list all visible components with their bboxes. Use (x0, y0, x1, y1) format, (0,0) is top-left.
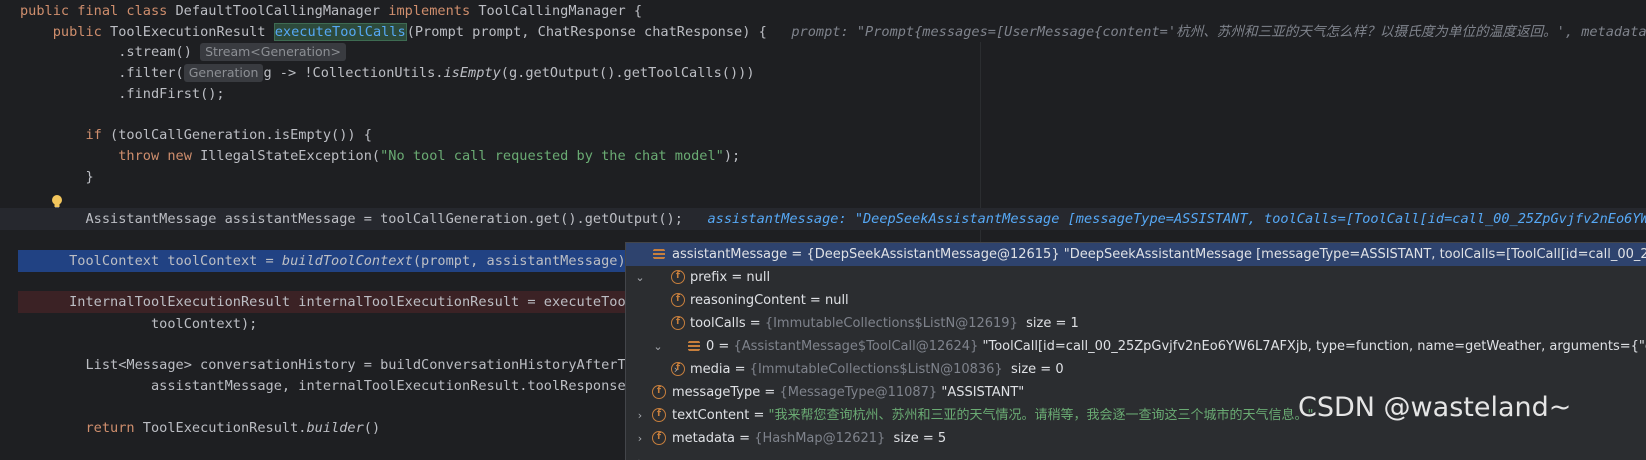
keyword: if (85, 127, 110, 143)
var-name: 0 (706, 339, 714, 354)
method-params: (Prompt prompt, ChatResponse chatRespons… (407, 24, 767, 40)
var-ref: {HashMap@12621} (754, 431, 885, 446)
code-text: ToolContext toolContext = (69, 253, 282, 269)
code-text: } (85, 169, 93, 185)
var-ref: {DeepSeekAssistantMessage@12615} (806, 247, 1059, 262)
field-icon: f (671, 270, 685, 284)
method-name-highlight[interactable]: executeToolCalls (274, 23, 407, 41)
code-text: assistantMessage, internalToolExecutionR… (85, 378, 642, 394)
code-line-current[interactable]: AssistantMessage assistantMessage = tool… (0, 208, 1646, 230)
var-name: prefix (690, 270, 727, 285)
var-ref: {MessageType@11087} (779, 385, 937, 400)
var-size: size = 1 (1026, 316, 1079, 331)
code-text: .findFirst(); (53, 86, 225, 102)
var-value: "ASSISTANT" (941, 385, 1024, 400)
var-row-toolCalls[interactable]: ⌄ f toolCalls = {ImmutableCollections$Li… (626, 312, 1646, 335)
code-line[interactable]: .stream() Stream<Generation> (0, 41, 1646, 63)
keyword: implements (388, 3, 478, 19)
code-text: AssistantMessage assistantMessage = tool… (85, 211, 682, 227)
field-icon: f (652, 385, 666, 399)
field-icon: f (671, 293, 685, 307)
string-literal: "No tool call requested by the chat mode… (380, 148, 724, 164)
field-icon: f (652, 408, 666, 422)
var-row-reasoningContent[interactable]: f reasoningContent = null (626, 289, 1646, 312)
var-name: media (690, 362, 731, 377)
code-text: IllegalStateException( (200, 148, 380, 164)
debug-variables-popup[interactable]: ⌄ assistantMessage = {DeepSeekAssistantM… (625, 242, 1646, 460)
code-text: (prompt, assistantMessage); (413, 253, 634, 269)
type-hint-pill: Stream<Generation> (200, 43, 346, 61)
var-value: "DeepSeekAssistantMessage [messageType=A… (1064, 247, 1646, 262)
var-row-toolCall-0[interactable]: › 0 = {AssistantMessage$ToolCall@12624} … (626, 335, 1646, 358)
watermark: CSDN @wasteland~ (1298, 392, 1571, 423)
code-text: ); (724, 148, 740, 164)
var-value: null (825, 293, 849, 308)
code-text: InternalToolExecutionResult internalTool… (69, 294, 626, 310)
code-line[interactable]: .findFirst(); (0, 83, 1646, 105)
code-line[interactable]: } (0, 166, 1646, 188)
return-type: ToolExecutionResult (110, 24, 274, 40)
inline-debug-value: assistantMessage: "DeepSeekAssistantMess… (708, 211, 1646, 227)
var-name: metadata (672, 431, 735, 446)
list-icon (652, 247, 666, 261)
keyword: throw new (118, 148, 200, 164)
var-name: messageType (672, 385, 760, 400)
code-text: List<Message> conversationHistory = buil… (85, 357, 642, 373)
var-name: toolCalls (690, 316, 746, 331)
var-ref: {AssistantMessage$ToolCall@12624} (733, 339, 978, 354)
var-name: reasoningContent (690, 293, 806, 308)
code-text: () (364, 420, 380, 436)
var-size: size = 5 (894, 431, 947, 446)
code-text: .stream() (53, 44, 192, 60)
method-call: builder (306, 420, 363, 436)
list-icon (687, 339, 701, 353)
type-hint-pill: Generation (184, 64, 264, 82)
code-line-method-decl[interactable]: public ToolExecutionResult executeToolCa… (0, 21, 1646, 43)
class-name: DefaultToolCallingManager (176, 3, 389, 19)
code-text: (toolCallGeneration.isEmpty()) { (110, 127, 372, 143)
var-value: null (746, 270, 770, 285)
keyword: return (85, 420, 142, 436)
var-row-media[interactable]: f media = {ImmutableCollections$ListN@10… (626, 358, 1646, 381)
var-value: "ToolCall[id=call_00_25ZpGvjfv2nEo6YW6L7… (982, 339, 1646, 354)
var-row-prefix[interactable]: f prefix = null (626, 266, 1646, 289)
code-text: toolContext); (85, 316, 257, 332)
code-text: g -> !CollectionUtils. (263, 65, 443, 81)
field-icon: f (671, 316, 685, 330)
code-text: ToolExecutionResult. (143, 420, 307, 436)
var-name: textContent (672, 408, 749, 423)
code-text: .filter( (53, 65, 184, 81)
code-line[interactable]: if (toolCallGeneration.isEmpty()) { (0, 124, 1646, 146)
keyword: public final class (20, 3, 176, 19)
var-ref: {ImmutableCollections$ListN@12619} (765, 316, 1018, 331)
var-row-metadata[interactable]: › f metadata = {HashMap@12621} size = 5 (626, 427, 1646, 450)
var-row-assistantMessage[interactable]: ⌄ assistantMessage = {DeepSeekAssistantM… (626, 243, 1646, 266)
inline-debug-hint: prompt: "Prompt{messages=[UserMessage{co… (791, 24, 1646, 40)
field-icon: f (652, 431, 666, 445)
code-line[interactable]: .filter(Generationg -> !CollectionUtils.… (0, 62, 1646, 84)
var-ref: {ImmutableCollections$ListN@10836} (750, 362, 1003, 377)
static-method: isEmpty (444, 65, 501, 81)
var-size: size = 0 (1011, 362, 1064, 377)
interface-name: ToolCallingManager { (478, 3, 642, 19)
var-value: "我来帮您查询杭州、苏州和三亚的天气情况。请稍等，我会逐一查询这三个城市的天气信… (769, 408, 1314, 423)
keyword: public (53, 24, 110, 40)
code-text: (g.getOutput().getToolCalls())) (501, 65, 755, 81)
field-icon: f (671, 362, 685, 376)
code-line-class-decl[interactable]: public final class DefaultToolCallingMan… (0, 0, 1646, 22)
var-name: assistantMessage (672, 247, 787, 262)
code-line[interactable]: throw new IllegalStateException("No tool… (0, 145, 1646, 167)
method-call: buildToolContext (282, 253, 413, 269)
